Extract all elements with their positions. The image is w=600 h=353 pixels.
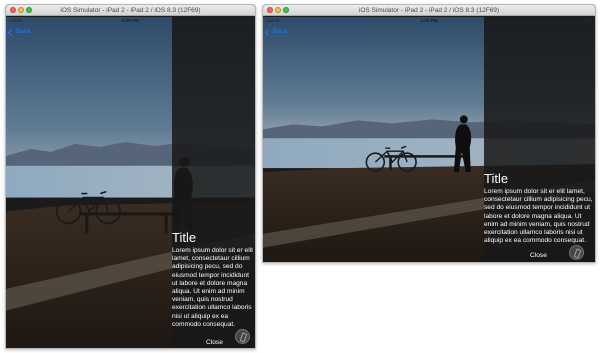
window-titlebar: iOS Simulator - iPad 2 - iPad 2 / iOS 8.… bbox=[263, 5, 595, 16]
back-button-label: Back bbox=[273, 28, 288, 35]
chevron-left-icon bbox=[264, 28, 273, 36]
panel-title: Title bbox=[172, 230, 197, 245]
detail-overlay-panel: Title Lorem ipsum dolor sit er elit lame… bbox=[484, 17, 595, 262]
status-time: 4:56 PM bbox=[420, 18, 438, 23]
back-button[interactable]: Back bbox=[264, 27, 288, 37]
close-button[interactable]: Close bbox=[530, 252, 547, 260]
panel-body-text: Lorem ipsum dolor sit er elit lamet, con… bbox=[172, 247, 253, 328]
device-screen: Carrier 4:56 PM Back Title Lorem ipsum d… bbox=[263, 17, 595, 262]
close-button[interactable]: Close bbox=[206, 339, 223, 347]
window-title: iOS Simulator - iPad 2 - iPad 2 / iOS 8.… bbox=[60, 7, 201, 14]
chevron-left-icon bbox=[7, 28, 16, 36]
ios-status-bar: Carrier 4:56 PM bbox=[6, 17, 255, 24]
back-button[interactable]: Back bbox=[7, 27, 31, 37]
panel-title: Title bbox=[484, 171, 509, 186]
status-time: 4:56 PM bbox=[121, 18, 139, 23]
battery-icon bbox=[242, 19, 252, 23]
navigation-bar: Back bbox=[6, 24, 255, 41]
home-button-icon[interactable] bbox=[235, 329, 250, 344]
window-titlebar: iOS Simulator - iPad 2 - iPad 2 / iOS 8.… bbox=[6, 5, 255, 16]
back-button-label: Back bbox=[16, 28, 31, 35]
simulator-window-portrait: iOS Simulator - iPad 2 - iPad 2 / iOS 8.… bbox=[5, 4, 256, 349]
device-screen: Carrier 4:56 PM Back Title Lorem ipsum d… bbox=[6, 17, 255, 348]
battery-icon bbox=[582, 19, 592, 23]
panel-body-text: Lorem ipsum dolor sit er elit lamet, con… bbox=[484, 188, 593, 245]
window-title: iOS Simulator - iPad 2 - iPad 2 / iOS 8.… bbox=[358, 7, 500, 14]
simulator-window-landscape: iOS Simulator - iPad 2 - iPad 2 / iOS 8.… bbox=[262, 4, 596, 263]
ios-status-bar: Carrier 4:56 PM bbox=[263, 17, 595, 24]
home-button-icon[interactable] bbox=[569, 245, 584, 260]
detail-overlay-panel: Title Lorem ipsum dolor sit er elit lame… bbox=[172, 17, 255, 348]
navigation-bar: Back bbox=[263, 24, 595, 41]
